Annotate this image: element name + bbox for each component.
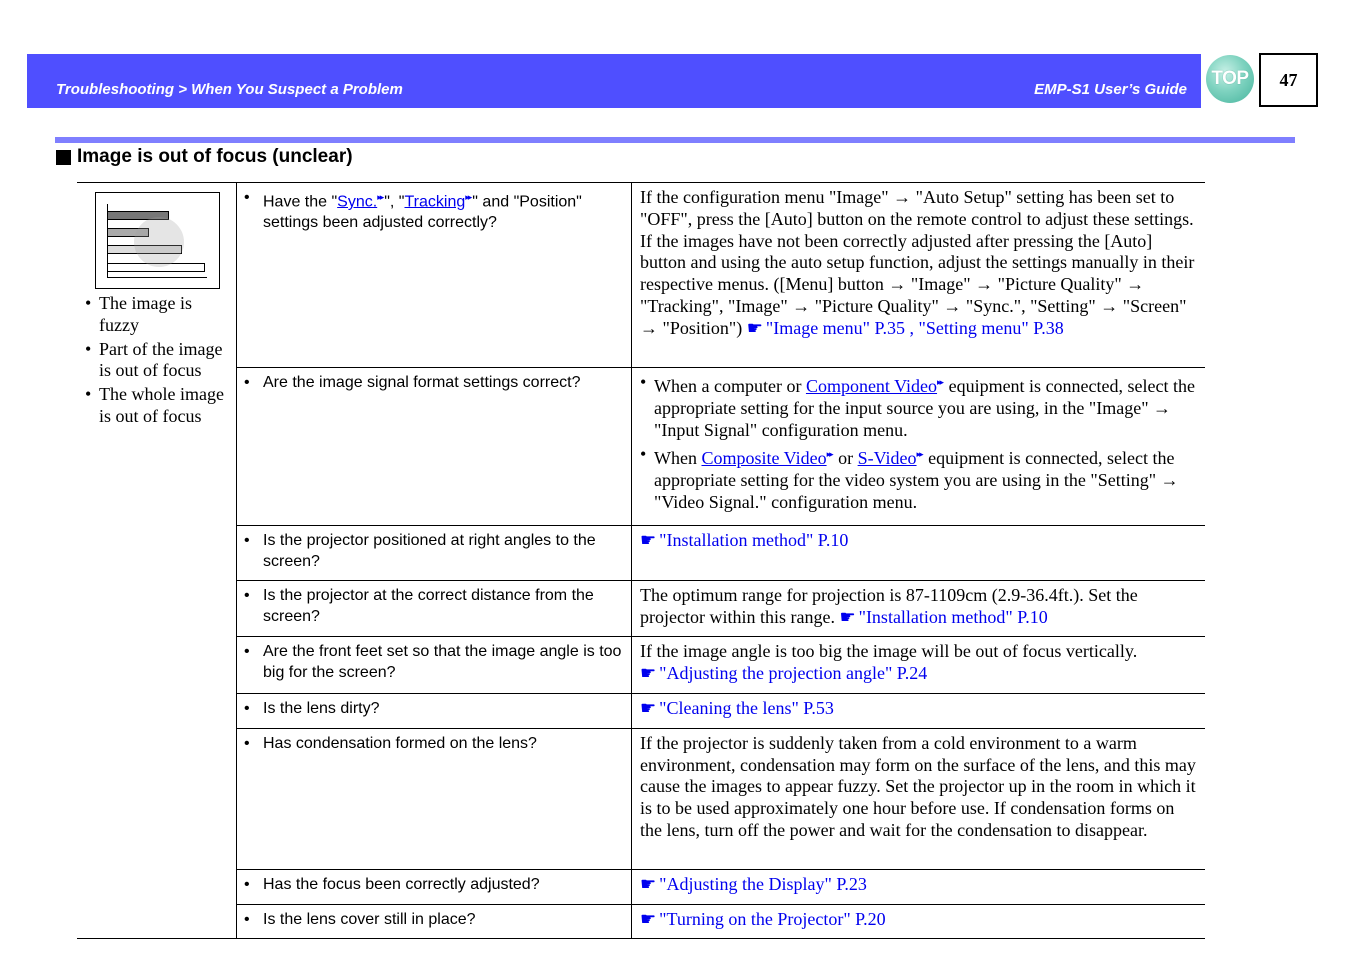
remedy-cell: ☛ "Turning on the Projector" P.20 <box>631 903 1205 940</box>
turning-on-projector-reference-link[interactable]: ☛ "Turning on the Projector" P.20 <box>640 909 886 929</box>
glossary-arrow-icon: ▸▸ <box>937 377 944 387</box>
remedy-cell: • When a computer or Component Video▸▸ e… <box>631 367 1205 526</box>
cleaning-lens-reference-link[interactable]: ☛ "Cleaning the lens" P.53 <box>640 698 834 718</box>
glossary-arrow-icon: ▸▸ <box>826 449 834 460</box>
remedy-cell: If the configuration menu "Image" → "Aut… <box>631 182 1205 368</box>
check-cell: • Has condensation formed on the lens? <box>236 727 632 870</box>
top-button[interactable]: TOP <box>1206 55 1254 103</box>
table-row: • Is the projector at the correct distanc… <box>77 579 1205 638</box>
table-row: • The image is fuzzy • Part of the image i… <box>77 181 1205 940</box>
table-row: • Are the front feet set so that the imag… <box>77 636 1205 694</box>
sync-glossary-link[interactable]: Sync. <box>337 193 377 210</box>
page-number: 47 <box>1259 53 1318 107</box>
section-divider <box>55 137 1295 143</box>
tracking-glossary-link[interactable]: Tracking <box>404 193 465 210</box>
remedy-cell: ☛ "Adjusting the Display" P.23 <box>631 868 1205 905</box>
s-video-glossary-link[interactable]: S-Video <box>858 448 917 468</box>
table-row: • Is the projector positioned at right an… <box>77 524 1205 581</box>
hand-pointer-icon: ☛ <box>640 529 657 550</box>
check-cell: • Are the front feet set so that the imag… <box>236 636 632 694</box>
table-row: • Has the focus been correctly adjusted? … <box>77 868 1205 905</box>
hand-pointer-icon: ☛ <box>839 606 856 627</box>
hand-pointer-icon: ☛ <box>746 317 763 338</box>
table-row: • Are the image signal format settings co… <box>77 367 1205 526</box>
check-cell: • Have the "Sync.▸▸ ", "Tracking▸▸ " and "… <box>236 182 632 368</box>
check-cell: • Has the focus been correctly adjusted? <box>236 868 632 905</box>
out-of-focus-illustration <box>95 192 220 289</box>
composite-video-glossary-link[interactable]: Composite Video <box>701 448 826 468</box>
remedy-cell: If the image angle is too big the image … <box>631 636 1205 694</box>
hand-pointer-icon: ☛ <box>640 873 657 894</box>
check-cell: • Is the projector at the correct distanc… <box>236 579 632 638</box>
table-row: • Is the lens cover still in place? ☛ "Tur… <box>77 903 1205 940</box>
header-bar: Troubleshooting > When You Suspect a Pro… <box>27 54 1201 108</box>
blur-spot <box>134 217 184 267</box>
section-square-icon <box>56 149 71 165</box>
remedy-cell: ☛ "Installation method" P.10 <box>631 524 1205 581</box>
check-cell: • Is the lens dirty? <box>236 692 632 729</box>
installation-method-reference-link[interactable]: ☛ "Installation method" P.10 <box>839 607 1047 627</box>
section-title: Image is out of focus (unclear) <box>56 146 353 168</box>
table-row: • Is the lens dirty? ☛ "Cleaning the lens"… <box>77 692 1205 729</box>
projection-angle-reference-link[interactable]: ☛ "Adjusting the projection angle" P.24 <box>640 663 927 683</box>
hand-pointer-icon: ☛ <box>640 663 657 684</box>
breadcrumb[interactable]: Troubleshooting > When You Suspect a Pro… <box>56 81 403 98</box>
glossary-arrow-icon: ▸▸ <box>465 192 472 202</box>
symptom-list: • The image is fuzzy • Part of the image i… <box>77 293 236 428</box>
figure-axis <box>107 277 207 278</box>
remedy-cell: The optimum range for projection is 87-1… <box>631 579 1205 638</box>
section-title-text: Image is out of focus (unclear) <box>77 146 353 167</box>
check-cell: • Is the lens cover still in place? <box>236 903 632 940</box>
installation-method-reference-link[interactable]: ☛ "Installation method" P.10 <box>640 530 848 550</box>
adjusting-display-reference-link[interactable]: ☛ "Adjusting the Display" P.23 <box>640 874 867 894</box>
remedy-cell: ☛ "Cleaning the lens" P.53 <box>631 692 1205 729</box>
check-cell: • Is the projector positioned at right an… <box>236 524 632 581</box>
glossary-arrow-icon: ▸▸ <box>377 192 384 202</box>
hand-pointer-icon: ☛ <box>640 908 657 929</box>
guide-title: EMP-S1 User’s Guide <box>1034 81 1187 98</box>
symptom-item: • Part of the image is out of focus <box>85 338 223 381</box>
check-cell: • Are the image signal format settings co… <box>236 367 632 526</box>
remedy-cell: If the projector is suddenly taken from … <box>631 727 1205 870</box>
table-row: • Has condensation formed on the lens? If… <box>77 727 1205 870</box>
symptom-cell: • The image is fuzzy • Part of the image i… <box>77 181 237 940</box>
top-button-label: TOP <box>1211 68 1249 89</box>
troubleshooting-table: • The image is fuzzy • Part of the image i… <box>77 181 1205 940</box>
component-video-glossary-link[interactable]: Component Video <box>806 376 937 396</box>
glossary-arrow-icon: ▸▸ <box>916 449 924 460</box>
symptom-item: • The whole image is out of focus <box>85 384 224 426</box>
symptom-item: • The image is fuzzy <box>85 293 192 335</box>
hand-pointer-icon: ☛ <box>640 697 657 718</box>
image-menu-reference-link[interactable]: ☛ "Image menu" P.35 , "Setting menu" P.38 <box>747 318 1064 338</box>
